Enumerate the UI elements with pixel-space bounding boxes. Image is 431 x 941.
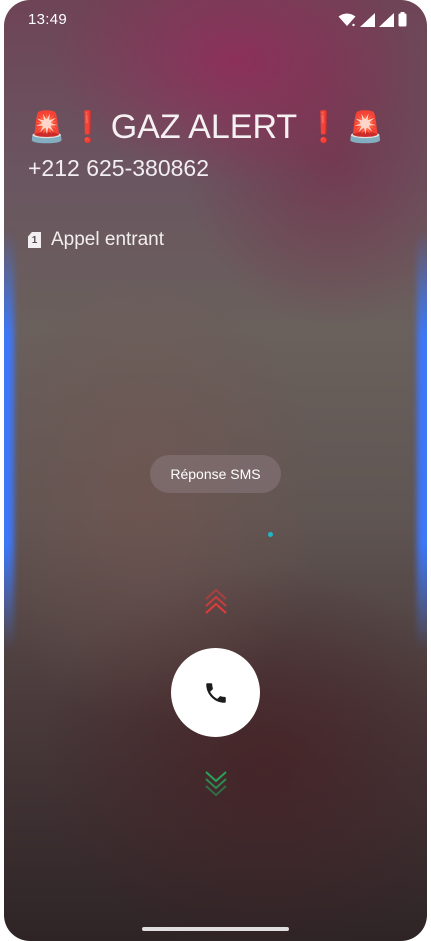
battery-icon bbox=[398, 12, 407, 27]
edge-glow-right bbox=[417, 230, 427, 650]
signal-icon bbox=[379, 13, 394, 27]
edge-glow-left bbox=[4, 230, 14, 650]
status-time: 13:49 bbox=[28, 11, 68, 28]
answer-call-button[interactable] bbox=[171, 648, 260, 737]
sim-status-row: 1 Appel entrant bbox=[28, 229, 164, 251]
home-indicator[interactable] bbox=[142, 927, 289, 931]
caller-number: +212 625-380862 bbox=[28, 155, 209, 181]
exclamation-emoji: ❗ bbox=[69, 110, 107, 145]
chevron-down-icon bbox=[205, 771, 227, 797]
phone-icon bbox=[205, 682, 226, 703]
status-icons bbox=[338, 12, 407, 27]
incoming-call-screen: 13:49 🚨 ❗ GAZ ALERT ❗ 🚨 +212 625-380862 bbox=[4, 0, 427, 941]
wifi-icon bbox=[338, 13, 356, 27]
caller-name-text: GAZ ALERT bbox=[110, 108, 298, 146]
status-bar: 13:49 bbox=[4, 0, 427, 40]
sms-reply-button[interactable]: Réponse SMS bbox=[150, 455, 281, 493]
indicator-dot bbox=[268, 532, 273, 537]
exclamation-emoji: ❗ bbox=[305, 110, 343, 145]
sim-card-icon: 1 bbox=[28, 232, 41, 248]
signal-icon bbox=[360, 13, 375, 27]
chevron-up-icon bbox=[205, 588, 227, 614]
caller-name: 🚨 ❗ GAZ ALERT ❗ 🚨 bbox=[28, 108, 384, 147]
call-status-label: Appel entrant bbox=[51, 229, 165, 250]
siren-emoji: 🚨 bbox=[28, 110, 66, 145]
siren-emoji: 🚨 bbox=[346, 110, 384, 145]
